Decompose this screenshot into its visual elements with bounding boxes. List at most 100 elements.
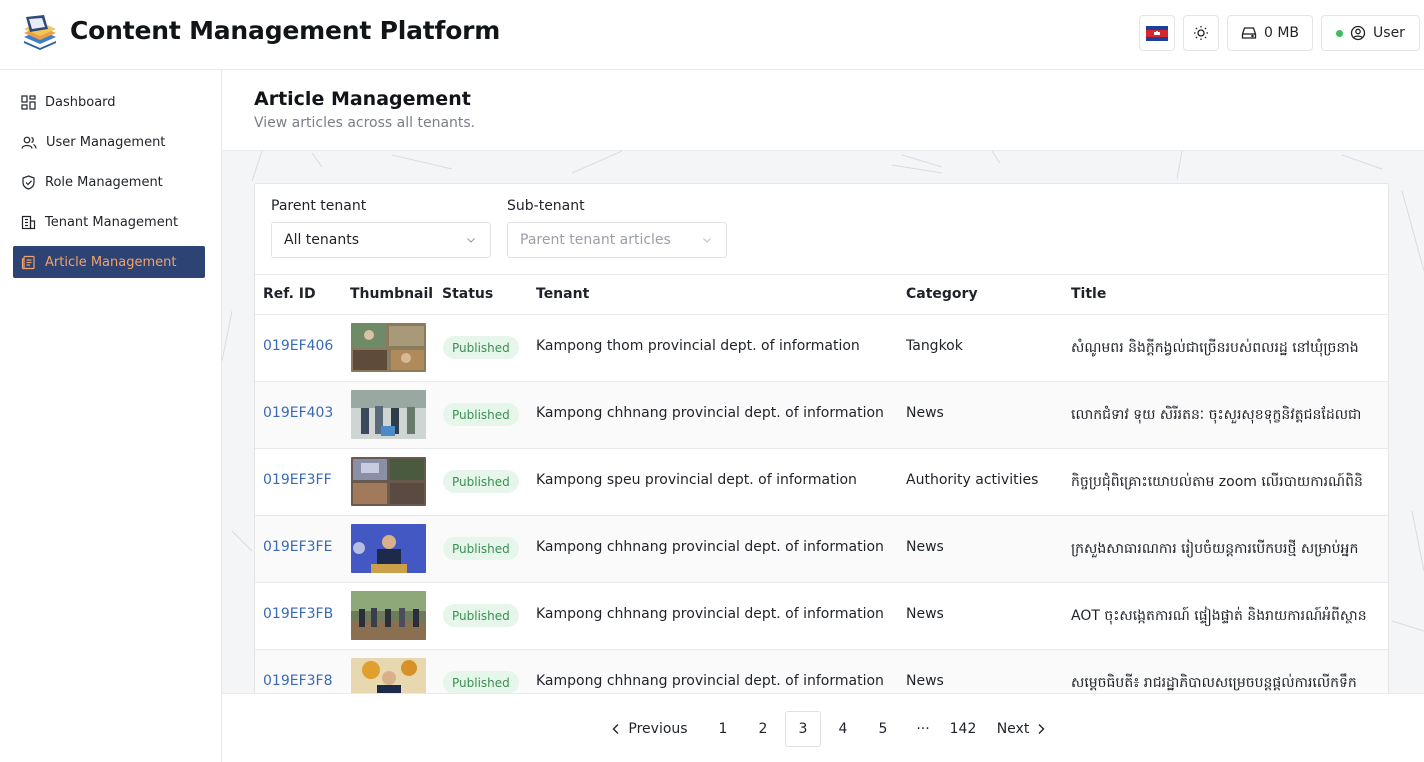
tenant-cell: Kampong speu provincial dept. of informa… <box>536 472 857 488</box>
title-cell: កិច្ចប្រជុំពិគ្រោះយោបល់តាម zoom លើរបាយកា… <box>1071 474 1363 490</box>
users-icon <box>21 136 37 149</box>
next-page-button[interactable]: Next <box>993 711 1049 747</box>
sidebar-item-label: Dashboard <box>45 94 116 110</box>
sidebar-item-role-management[interactable]: Role Management <box>13 166 205 198</box>
column-header-status[interactable]: Status <box>442 286 493 302</box>
article-thumbnail <box>351 323 426 372</box>
category-cell: Authority activities <box>906 472 1039 488</box>
category-cell: News <box>906 606 944 622</box>
page-142-button[interactable]: 142 <box>945 711 981 747</box>
status-badge: Published <box>443 470 519 493</box>
hard-drive-icon <box>1241 27 1257 39</box>
next-label: Next <box>996 721 1030 737</box>
title-cell: លោកជំទាវ ទុយ សិរីរតនៈ ចុះសួរសុខទុក្ខនិវត… <box>1071 407 1362 423</box>
title-cell: ក្រសួងសាធារណការ រៀបចំយន្តការបើកបរថ្មី សម… <box>1071 541 1359 557</box>
user-circle-icon <box>1350 25 1366 41</box>
ref-id-link[interactable]: 019EF403 <box>263 405 333 421</box>
page-ellipsis: ··· <box>916 721 930 737</box>
chevron-right-icon <box>1038 724 1045 734</box>
page-title: Article Management <box>254 88 471 110</box>
status-badge: Published <box>443 537 519 560</box>
page-5-button[interactable]: 5 <box>865 711 901 747</box>
column-header-tenant[interactable]: Tenant <box>536 286 589 302</box>
chevron-down-icon <box>467 238 475 243</box>
article-icon <box>21 255 35 269</box>
previous-page-button[interactable]: Previous <box>608 711 692 747</box>
category-cell: News <box>906 673 944 689</box>
ref-id-link[interactable]: 019EF3FF <box>263 472 332 488</box>
ref-id-link[interactable]: 019EF3F8 <box>263 673 333 689</box>
table-row[interactable]: 019EF3FB Published Kampong chhnang provi… <box>255 583 1388 650</box>
tenant-cell: Kampong chhnang provincial dept. of info… <box>536 539 884 555</box>
ref-id-link[interactable]: 019EF406 <box>263 338 333 354</box>
parent-tenant-value: All tenants <box>284 232 360 248</box>
articles-card: Parent tenant All tenants Sub-tenant Par… <box>254 183 1389 703</box>
column-header-ref-id[interactable]: Ref. ID <box>263 286 316 302</box>
sidebar-item-article-management[interactable]: Article Management <box>13 246 205 278</box>
article-thumbnail <box>351 591 426 640</box>
tenant-cell: Kampong chhnang provincial dept. of info… <box>536 673 884 689</box>
tenant-cell: Kampong chhnang provincial dept. of info… <box>536 606 884 622</box>
sidebar-item-label: Role Management <box>45 174 163 190</box>
status-badge: Published <box>443 671 519 694</box>
sub-tenant-label: Sub-tenant <box>507 198 585 214</box>
column-header-thumbnail: Thumbnail <box>350 286 434 302</box>
tenant-cell: Kampong thom provincial dept. of informa… <box>536 338 860 354</box>
status-badge: Published <box>443 403 519 426</box>
sidebar-item-label: Tenant Management <box>45 214 179 230</box>
title-cell: AOT ចុះសង្កេតការណ៍ ផ្ទៀងផ្ទាត់ និងរាយការ… <box>1071 608 1367 624</box>
sidebar-item-label: Article Management <box>45 254 177 270</box>
storage-button[interactable]: 0 MB <box>1227 15 1313 51</box>
user-label: User <box>1373 25 1405 41</box>
table-row[interactable]: 019EF406 Published Kampong thom provinci… <box>255 315 1388 382</box>
page-header: Article Management View articles across … <box>222 70 1424 151</box>
chevron-left-icon <box>612 724 619 734</box>
article-thumbnail <box>351 457 426 506</box>
shield-check-icon <box>22 174 35 190</box>
page-subtitle: View articles across all tenants. <box>254 115 476 131</box>
table-row[interactable]: 019EF3FE Published Kampong chhnang provi… <box>255 516 1388 583</box>
online-status-dot <box>1336 29 1344 37</box>
ref-id-link[interactable]: 019EF3FE <box>263 539 332 555</box>
top-bar: Content Management Platform 0 MB User <box>0 0 1424 70</box>
app-title: Content Management Platform <box>70 16 501 45</box>
sidebar-item-user-management[interactable]: User Management <box>13 126 205 158</box>
ref-id-link[interactable]: 019EF3FB <box>263 606 333 622</box>
status-badge: Published <box>443 336 519 359</box>
page-4-button[interactable]: 4 <box>825 711 861 747</box>
article-thumbnail <box>351 390 426 439</box>
column-header-category[interactable]: Category <box>906 286 978 302</box>
parent-tenant-select[interactable]: All tenants <box>271 222 491 258</box>
storage-label: 0 MB <box>1263 25 1300 41</box>
sidebar-item-dashboard[interactable]: Dashboard <box>13 86 205 118</box>
column-header-title[interactable]: Title <box>1071 286 1106 302</box>
title-cell: សំណូមពរ និងក្ដីកង្វល់ជាច្រើនរបស់ពលរដ្ឋ ន… <box>1071 340 1359 356</box>
table-row[interactable]: 019EF403 Published Kampong chhnang provi… <box>255 382 1388 449</box>
title-cell: សម្ដេចធិបតី៖ រាជរដ្ឋាភិបាលសម្រេចបន្តផ្ដល… <box>1071 675 1357 691</box>
parent-tenant-label: Parent tenant <box>271 198 367 214</box>
table-header: Ref. ID Thumbnail Status Tenant Category… <box>255 274 1388 315</box>
category-cell: Tangkok <box>906 338 963 354</box>
cambodia-flag-icon <box>1146 25 1168 41</box>
pagination: Previous 1 2 3 4 5 ··· 142 Next <box>222 693 1424 762</box>
page-1-button[interactable]: 1 <box>705 711 741 747</box>
user-menu-button[interactable]: User <box>1321 15 1420 51</box>
language-button[interactable] <box>1139 15 1175 51</box>
page-2-button[interactable]: 2 <box>745 711 781 747</box>
sidebar-item-label: User Management <box>46 134 166 150</box>
page-3-button[interactable]: 3 <box>785 711 821 747</box>
app-logo-icon <box>24 15 56 50</box>
category-cell: News <box>906 405 944 421</box>
theme-toggle-button[interactable] <box>1183 15 1219 51</box>
sub-tenant-placeholder: Parent tenant articles <box>520 232 671 248</box>
sidebar-item-tenant-management[interactable]: Tenant Management <box>13 206 205 238</box>
chevron-down-icon <box>703 238 711 243</box>
building-icon <box>21 215 36 229</box>
sub-tenant-select[interactable]: Parent tenant articles <box>507 222 727 258</box>
previous-label: Previous <box>628 721 688 737</box>
main-content: Article Management View articles across … <box>222 70 1424 762</box>
table-row[interactable]: 019EF3FF Published Kampong speu provinci… <box>255 449 1388 516</box>
article-thumbnail <box>351 524 426 573</box>
dashboard-icon <box>21 94 36 110</box>
status-badge: Published <box>443 604 519 627</box>
